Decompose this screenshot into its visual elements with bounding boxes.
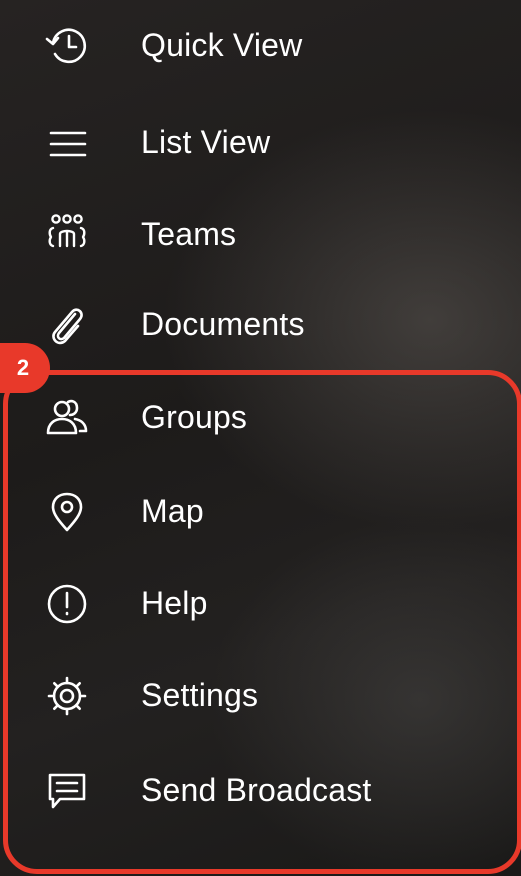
paperclip-icon bbox=[42, 300, 92, 350]
menu-label: Help bbox=[141, 584, 208, 621]
history-icon bbox=[42, 21, 92, 71]
menu-label: Send Broadcast bbox=[141, 771, 372, 808]
menu-label: Teams bbox=[141, 215, 237, 252]
teams-icon bbox=[42, 210, 92, 260]
step-badge: 2 bbox=[0, 343, 50, 393]
menu-item-map[interactable]: Map bbox=[0, 472, 521, 552]
menu-item-documents[interactable]: Documents bbox=[0, 285, 521, 365]
menu-item-help[interactable]: Help bbox=[0, 564, 521, 644]
side-menu: Quick View List View Teams Documents Gro… bbox=[0, 0, 521, 876]
gear-icon bbox=[42, 671, 92, 721]
side-menu-panel: Quick View List View Teams Documents Gro… bbox=[0, 0, 521, 876]
menu-label: List View bbox=[141, 123, 271, 160]
menu-label: Groups bbox=[141, 398, 248, 435]
groups-icon bbox=[42, 393, 92, 443]
menu-item-list-view[interactable]: List View bbox=[0, 103, 521, 183]
menu-label: Quick View bbox=[141, 26, 303, 63]
list-icon bbox=[42, 118, 92, 168]
help-icon bbox=[42, 579, 92, 629]
menu-label: Settings bbox=[141, 676, 259, 713]
broadcast-message-icon bbox=[42, 766, 92, 816]
menu-item-teams[interactable]: Teams bbox=[0, 195, 521, 275]
menu-item-settings[interactable]: Settings bbox=[0, 656, 521, 736]
menu-label: Map bbox=[141, 492, 204, 529]
menu-label: Documents bbox=[141, 305, 305, 342]
menu-item-send-broadcast[interactable]: Send Broadcast bbox=[0, 751, 521, 831]
map-pin-icon bbox=[42, 487, 92, 537]
menu-item-groups[interactable]: Groups bbox=[0, 378, 521, 458]
menu-item-quick-view[interactable]: Quick View bbox=[0, 6, 521, 86]
